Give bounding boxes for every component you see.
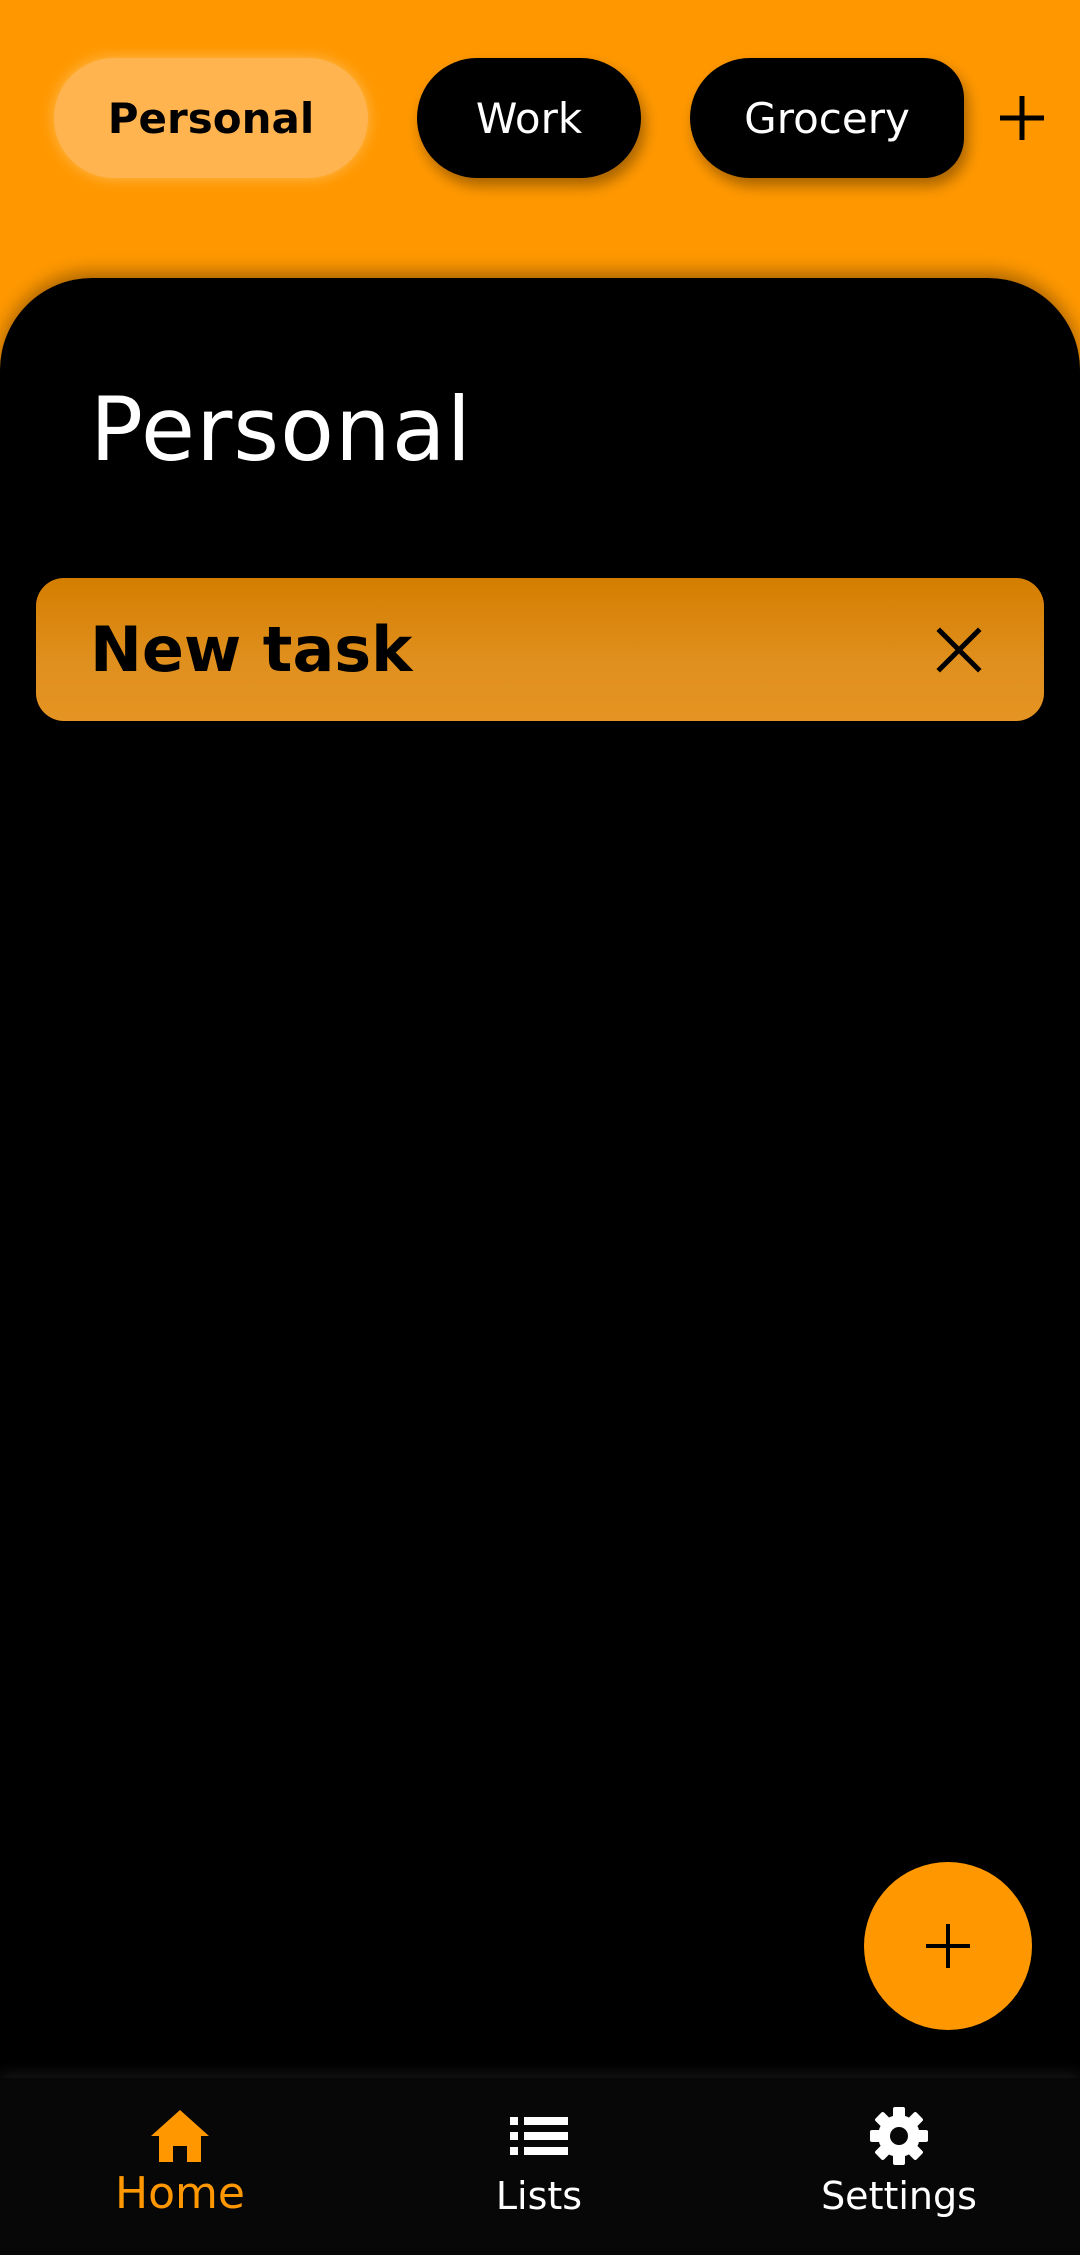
home-icon [151, 2110, 209, 2162]
add-task-button[interactable] [864, 1862, 1032, 2030]
bottom-navigation: Home Lists Settings [0, 2078, 1080, 2255]
chip-personal[interactable]: Personal [54, 58, 368, 178]
delete-task-button[interactable] [914, 605, 1004, 695]
app-screen: Personal Work Grocery Personal New task [0, 0, 1080, 2255]
nav-settings-label: Settings [821, 2174, 977, 2218]
chip-work[interactable]: Work [417, 58, 641, 178]
plus-icon [1000, 96, 1044, 140]
nav-lists-label: Lists [495, 2174, 583, 2218]
close-icon [936, 626, 982, 673]
chip-grocery[interactable]: Grocery [690, 58, 964, 178]
nav-home-label: Home [115, 2168, 245, 2219]
nav-lists[interactable]: Lists [389, 2078, 689, 2255]
list-panel: Personal New task [0, 278, 1080, 2078]
add-list-button[interactable] [990, 58, 1054, 178]
list-icon [510, 2117, 568, 2155]
nav-settings[interactable]: Settings [749, 2078, 1049, 2255]
gear-icon [870, 2107, 928, 2165]
nav-home[interactable]: Home [30, 2078, 330, 2255]
page-title: Personal [90, 378, 473, 481]
task-text: New task [90, 613, 413, 686]
task-item[interactable]: New task [36, 578, 1044, 721]
list-chips-bar: Personal Work Grocery [0, 58, 1080, 178]
plus-icon [926, 1924, 970, 1968]
